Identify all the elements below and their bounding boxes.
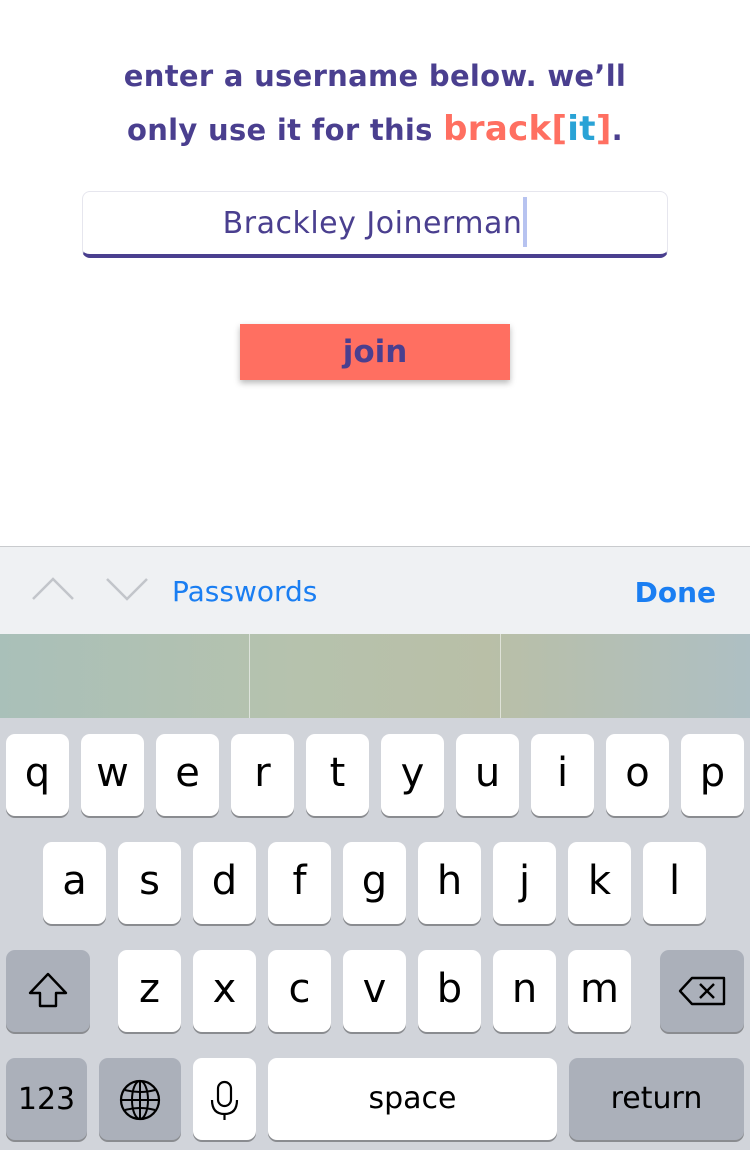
suggestion-divider [249,634,250,718]
key-y[interactable]: y [381,734,444,816]
instructions-line-2-suffix: . [611,113,623,147]
shift-arrow-icon [28,972,68,1008]
chevron-up-icon[interactable] [31,567,75,611]
microphone-icon [210,1080,239,1120]
brand-open-bracket: [ [551,109,568,149]
key-q[interactable]: q [6,734,69,816]
predictive-suggestion-bar[interactable] [0,634,750,718]
username-input-value[interactable]: Brackley Joinerman [83,192,667,255]
key-x[interactable]: x [193,950,256,1032]
brand-name-it: it [567,109,596,149]
key-z[interactable]: z [118,950,181,1032]
delete-key[interactable] [660,950,744,1032]
numbers-key[interactable]: 123 [6,1058,87,1140]
backspace-icon [678,976,726,1006]
key-h[interactable]: h [418,842,481,924]
brand-name-brack: brack [443,109,552,149]
key-k[interactable]: k [568,842,631,924]
username-value-text: Brackley Joinerman [222,206,523,241]
key-j[interactable]: j [493,842,556,924]
globe-key[interactable] [99,1058,181,1140]
key-f[interactable]: f [268,842,331,924]
instructions-line-2: only use it for this brack[it]. [0,103,750,157]
key-w[interactable]: w [81,734,144,816]
key-o[interactable]: o [606,734,669,816]
return-key[interactable]: return [569,1058,744,1140]
space-key[interactable]: space [268,1058,557,1140]
key-p[interactable]: p [681,734,744,816]
onscreen-keyboard: q w e r t y u i o p a s d f g h j k l z … [0,718,750,1150]
brand-close-bracket: ] [595,109,612,149]
key-n[interactable]: n [493,950,556,1032]
key-t[interactable]: t [306,734,369,816]
text-caret [523,196,528,247]
instructions-text: enter a username below. we’ll only use i… [0,50,750,157]
username-input[interactable]: Brackley Joinerman [82,191,668,258]
key-m[interactable]: m [568,950,631,1032]
globe-icon [119,1079,161,1121]
key-g[interactable]: g [343,842,406,924]
join-button[interactable]: join [240,324,510,380]
key-i[interactable]: i [531,734,594,816]
join-screen: enter a username below. we’ll only use i… [0,0,750,546]
key-a[interactable]: a [43,842,106,924]
key-r[interactable]: r [231,734,294,816]
shift-key[interactable] [6,950,90,1032]
key-e[interactable]: e [156,734,219,816]
done-button[interactable]: Done [635,547,716,635]
chevron-down-icon[interactable] [105,567,149,611]
dictation-key[interactable] [193,1058,256,1140]
suggestion-divider [500,634,501,718]
key-c[interactable]: c [268,950,331,1032]
key-l[interactable]: l [643,842,706,924]
passwords-button[interactable]: Passwords [172,547,317,635]
instructions-line-1: enter a username below. we’ll [123,59,627,93]
key-d[interactable]: d [193,842,256,924]
instructions-line-2-prefix: only use it for this [127,113,444,147]
key-s[interactable]: s [118,842,181,924]
key-u[interactable]: u [456,734,519,816]
key-b[interactable]: b [418,950,481,1032]
key-v[interactable]: v [343,950,406,1032]
keyboard-accessory-bar: Passwords Done [0,546,750,634]
